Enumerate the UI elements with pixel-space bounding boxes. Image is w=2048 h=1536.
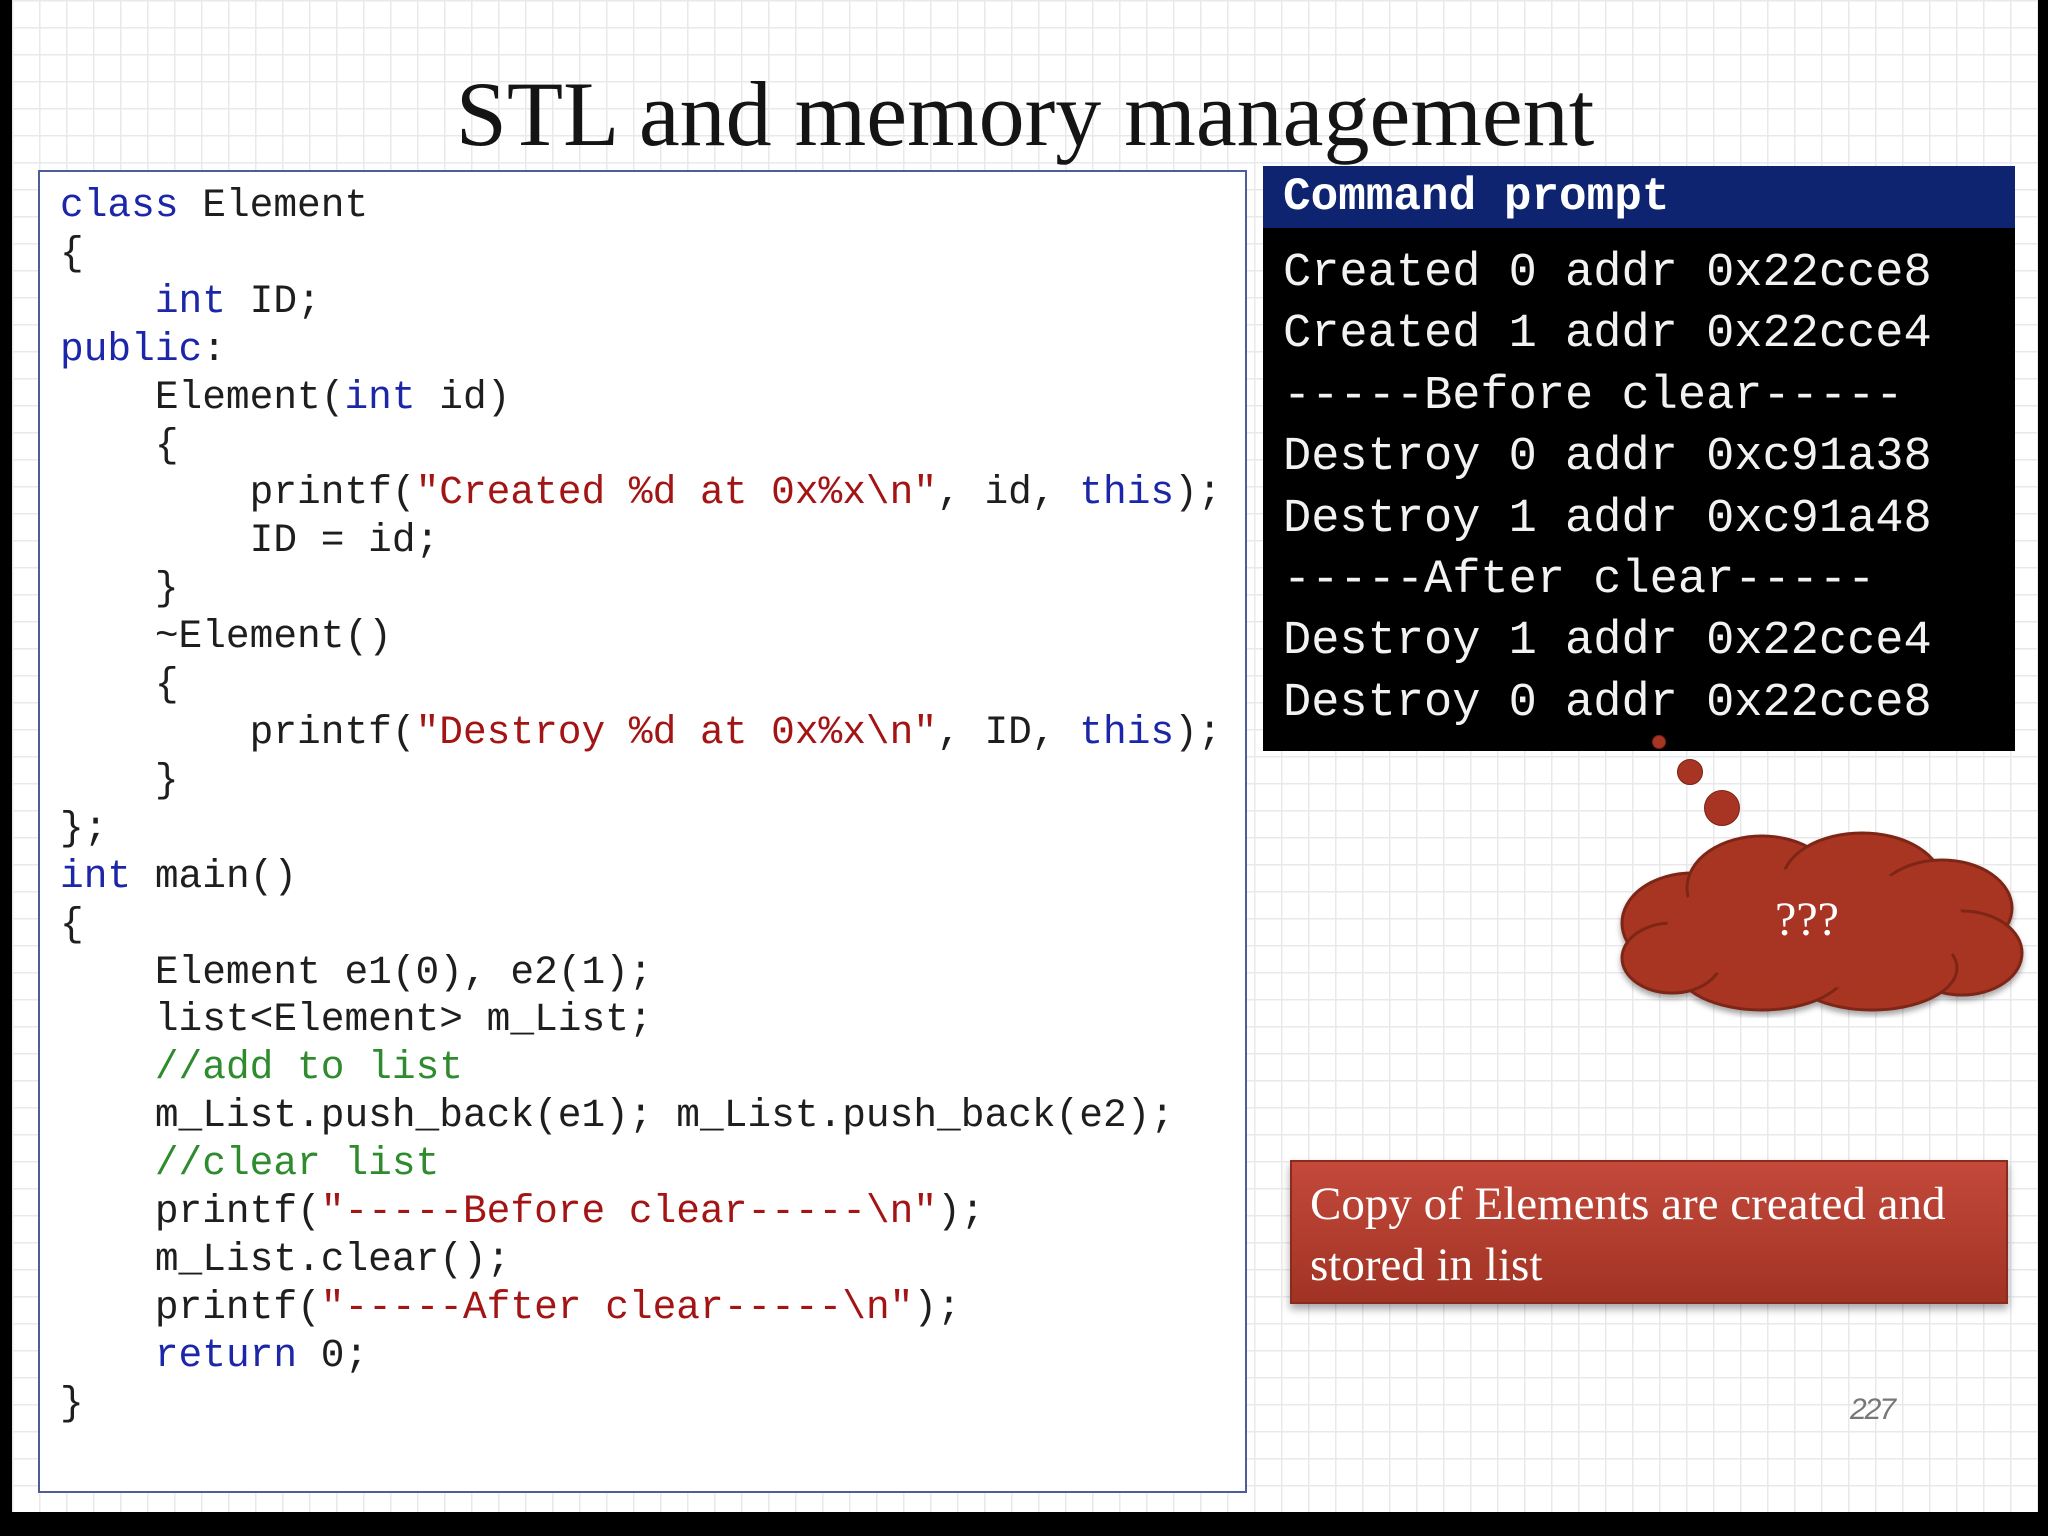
code-keyword: int [60,853,132,899]
code-keyword: return [154,1332,298,1378]
code-line: printf("Created %d at 0x%x\n", id, this)… [60,470,1222,515]
code-keyword: public [60,326,203,372]
code-line: } [60,1381,84,1426]
code-text: : [202,326,226,372]
code-text: list<Element> m_List; [60,997,653,1043]
code-string: "Created %d at 0x%x\n" [415,470,938,516]
code-listing: class Element { int ID; public: Element(… [60,182,1222,1428]
code-string: "-----After clear-----\n" [320,1284,914,1330]
slide: STL and memory management class Element … [12,0,2038,1512]
thought-dot-medium [1677,759,1703,785]
code-text: { [60,422,179,468]
thought-bubble-text: ??? [1775,893,1839,946]
console-line: Created 0 addr 0x22cce8 [1283,247,1932,300]
code-text: printf( [60,1284,321,1330]
code-line: m_List.clear(); [60,1236,511,1282]
code-text: printf( [60,470,416,516]
console-line: Destroy 1 addr 0x22cce4 [1283,615,1932,669]
code-line: int main() [60,854,297,899]
code-panel: class Element { int ID; public: Element(… [38,170,1247,1493]
code-text: Element( [60,374,345,420]
code-text: } [60,757,179,803]
code-comment: //clear list [154,1141,440,1187]
console-line: Destroy 1 addr 0xc91a48 [1283,492,1932,546]
code-line: } [60,566,179,611]
code-text: { [60,662,179,708]
thought-dot-large [1704,790,1740,826]
code-line: //add to list [60,1045,463,1090]
console-line: Destroy 0 addr 0xc91a38 [1283,431,1932,485]
code-text: ); [937,1189,985,1235]
code-comment: //add to list [154,1045,463,1091]
code-line: printf("-----Before clear-----\n"); [60,1189,985,1235]
code-text: ); [1174,709,1222,755]
code-keyword: class [60,183,179,228]
code-line: Element(int id) [60,374,511,420]
command-prompt-output: Created 0 addr 0x22cce8 Created 1 addr 0x… [1263,228,2015,751]
console-line: Created 1 addr 0x22cce4 [1283,308,1932,362]
code-line: printf("-----After clear-----\n"); [60,1285,961,1330]
code-line: public: [60,327,226,372]
code-text: 0; [297,1332,369,1378]
code-text: m_List.push_back(e1); m_List.push_back(e… [60,1093,1175,1139]
code-keyword: int [154,278,226,324]
code-line: printf("Destroy %d at 0x%x\n", ID, this)… [60,710,1222,755]
code-line: ID = id; [60,518,440,564]
code-line: //clear list [60,1141,439,1186]
slide-title: STL and memory management [455,63,1595,165]
code-line: }; [60,806,107,851]
code-keyword: int [344,374,416,420]
page-number: 227 [1850,1393,1896,1426]
code-text: } [60,1380,84,1426]
callout-box: Copy of Elements are created and stored … [1290,1160,2008,1304]
code-text: } [60,566,179,612]
code-text: ID; [225,278,321,324]
callout-text: Copy of Elements are created and stored … [1310,1178,1946,1291]
code-line: list<Element> m_List; [60,997,653,1042]
code-line: { [60,231,84,276]
command-prompt-title: Command prompt [1263,166,2015,228]
console-line: -----Before clear----- [1283,369,1904,423]
console-line: -----After clear----- [1283,554,1876,608]
code-line: int ID; [60,279,321,324]
code-line: class Element [60,183,368,228]
code-text: main() [131,853,298,899]
code-text: }; [60,805,108,851]
code-text: m_List.clear(); [60,1236,511,1282]
code-text: printf( [60,1189,321,1235]
code-text: ~Element() [60,614,392,660]
code-string: "Destroy %d at 0x%x\n" [415,709,938,755]
code-keyword: this [1079,709,1175,755]
code-line: } [60,758,179,803]
code-line: Element e1(0), e2(1); [60,950,653,995]
code-line: ~Element() [60,614,392,659]
console-line: Destroy 0 addr 0x22cce8 [1283,676,1932,730]
code-text: , ID, [937,709,1080,755]
code-string: "-----Before clear-----\n" [320,1189,938,1235]
code-line: return 0; [60,1333,368,1378]
code-text: { [60,901,84,947]
code-text: { [60,230,84,276]
code-text: id) [415,374,511,420]
code-text: Element [178,183,369,228]
code-text: Element e1(0), e2(1); [60,949,653,995]
code-line: { [60,423,179,468]
thought-dot-small [1652,735,1666,749]
code-text: , id, [937,470,1080,516]
code-line: m_List.push_back(e1); m_List.push_back(e… [60,1093,1174,1138]
code-text: ID = id; [60,518,440,564]
code-keyword: this [1079,470,1175,516]
code-line: { [60,662,179,707]
code-text: ); [913,1284,961,1330]
code-text: printf( [60,709,416,755]
code-text: ); [1174,470,1222,516]
code-line: { [60,902,84,947]
